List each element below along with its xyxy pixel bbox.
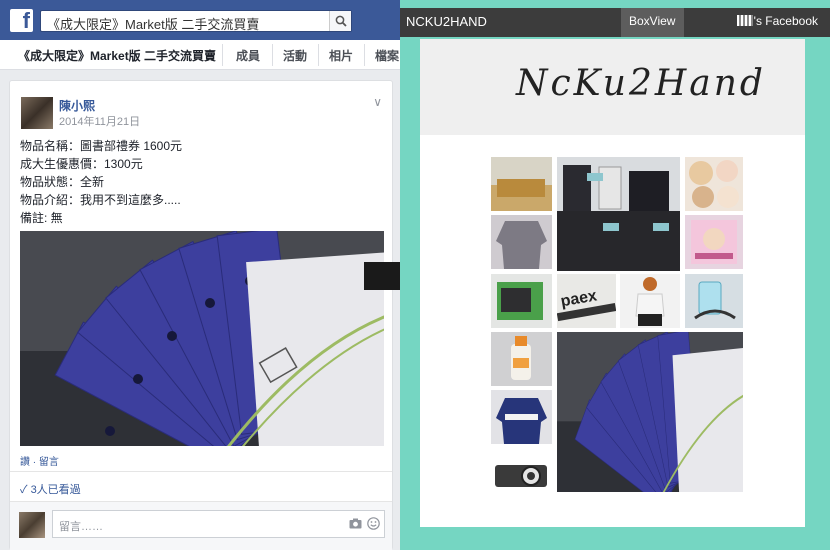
item-thumbnail[interactable]	[685, 215, 743, 269]
item-thumbnail[interactable]	[491, 274, 552, 328]
nav-separator	[272, 44, 273, 66]
boxview-panel: NcKu2Hand paex	[420, 39, 805, 527]
divider	[10, 471, 392, 472]
item-thumbnail[interactable]	[685, 274, 743, 328]
item-thumbnail[interactable]: paex	[557, 274, 616, 328]
item-thumbnail[interactable]	[491, 332, 552, 386]
ncku-top-bar: NCKU2HAND BoxView 's Facebook	[400, 8, 830, 37]
group-post: 陳小熙 2014年11月21日 ∨ 物品名稱：圖書部禮券 1600元 成大生優惠…	[9, 80, 393, 550]
envelopes-photo-image	[20, 231, 384, 446]
group-name[interactable]: 《成大限定》Market版 二手交流買賣	[18, 47, 216, 64]
comment-area: 留言……	[10, 502, 392, 550]
item-thumbnail-featured[interactable]	[557, 332, 743, 492]
post-photo[interactable]	[20, 231, 384, 446]
nav-separator	[222, 44, 223, 66]
brand-link[interactable]: NCKU2HAND	[406, 14, 487, 29]
site-header: NcKu2Hand	[420, 39, 805, 135]
post-line: 備註: 無	[20, 211, 63, 225]
facebook-top-bar: f 《成大限定》Market版 二手交流買賣	[0, 0, 400, 40]
comment-input[interactable]: 留言……	[52, 510, 385, 538]
ncku2hand-window: NCKU2HAND BoxView 's Facebook NcKu2Hand …	[400, 0, 830, 550]
nav-separator	[364, 44, 365, 66]
post-line: 物品介紹：我用不到這麼多.....	[20, 193, 181, 207]
post-author[interactable]: 陳小熙	[59, 97, 95, 114]
camera-icon[interactable]	[349, 518, 362, 529]
facebook-window: f 《成大限定》Market版 二手交流買賣 《成大限定》Market版 二手交…	[0, 0, 400, 550]
post-body: 物品名稱：圖書部禮券 1600元 成大生優惠價：1300元 物品狀態：全新 物品…	[20, 137, 182, 227]
post-line: 物品狀態：全新	[20, 175, 105, 189]
boxview-label: BoxView	[629, 14, 676, 28]
tab-photos[interactable]: 相片	[329, 47, 353, 64]
search-input[interactable]: 《成大限定》Market版 二手交流買賣	[40, 10, 352, 32]
emoji-icon[interactable]	[367, 517, 380, 530]
comment-placeholder: 留言……	[59, 521, 103, 533]
commenter-avatar	[19, 512, 45, 538]
item-thumbnail[interactable]	[685, 157, 743, 211]
chevron-down-icon[interactable]: ∨	[373, 95, 382, 109]
author-avatar[interactable]	[21, 97, 53, 129]
item-thumbnail[interactable]	[491, 390, 552, 444]
search-input-text: 《成大限定》Market版 二手交流買賣	[47, 17, 260, 32]
site-title: NcKu2Hand	[516, 63, 766, 104]
post-line: 物品名稱：圖書部禮券 1600元	[20, 139, 183, 153]
post-date[interactable]: 2014年11月21日	[59, 113, 140, 129]
item-thumbnail[interactable]	[620, 274, 680, 328]
item-thumbnail[interactable]	[491, 215, 552, 269]
post-line: 成大生優惠價：1300元	[20, 157, 143, 171]
facebook-link[interactable]: 's Facebook	[736, 14, 818, 28]
facebook-link-label: 's Facebook	[753, 14, 818, 28]
nav-separator	[318, 44, 319, 66]
item-thumbnail[interactable]	[491, 457, 552, 493]
tab-files[interactable]: 檔案	[375, 47, 399, 64]
seen-count[interactable]: ✓ 3人已看過	[20, 481, 81, 497]
tab-members[interactable]: 成員	[236, 47, 260, 64]
like-comment-links[interactable]: 讚 · 留言	[20, 453, 59, 468]
page-owner-icon	[736, 15, 753, 26]
item-thumbnail[interactable]	[557, 157, 680, 271]
facebook-logo-icon[interactable]: f	[10, 8, 33, 33]
search-button[interactable]	[329, 11, 351, 31]
item-thumbnail[interactable]	[491, 157, 552, 211]
search-icon	[335, 15, 347, 27]
boxview-tab[interactable]: BoxView	[621, 8, 684, 37]
tab-events[interactable]: 活動	[283, 47, 307, 64]
group-nav-bar: 《成大限定》Market版 二手交流買賣 成員 活動 相片 檔案	[0, 40, 400, 70]
